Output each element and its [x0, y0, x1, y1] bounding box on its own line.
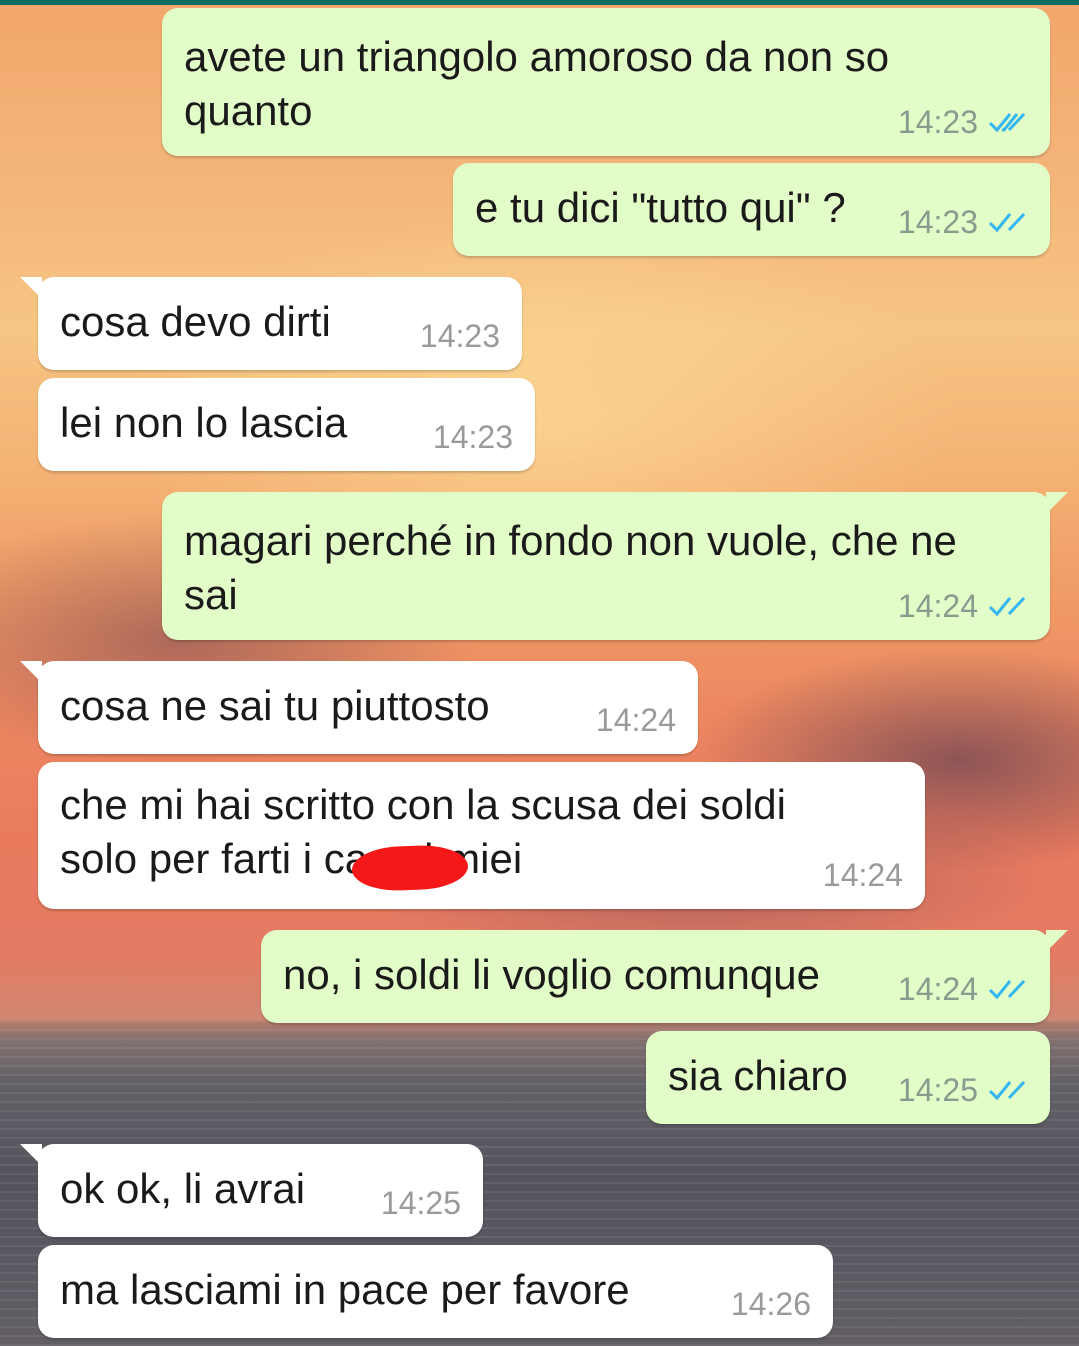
message-bubble-outgoing[interactable]: no, i soldi li voglio comunque 14:24	[261, 930, 1068, 1023]
message-time: 14:23	[897, 104, 978, 140]
message-text: sia chiaro	[668, 1052, 848, 1099]
message-time: 14:23	[897, 204, 978, 240]
app-bar-edge	[0, 0, 1079, 5]
message-text: no, i soldi li voglio comunque	[283, 951, 820, 998]
message-bubble-incoming[interactable]: ok ok, li avrai 14:25	[20, 1144, 483, 1237]
message-time: 14:23	[419, 318, 500, 354]
message-bubble-incoming[interactable]: che mi hai scritto con la scusa dei sold…	[38, 762, 925, 909]
bubble-tail	[1046, 930, 1068, 952]
message-meta: 14:24	[596, 700, 676, 740]
message-meta: 14:24	[898, 586, 1028, 626]
message-meta: 14:24	[898, 969, 1028, 1009]
message-time: 14:26	[730, 1286, 811, 1322]
message-text: lei non lo lascia	[60, 399, 348, 446]
bubble-tail	[20, 277, 42, 299]
double-check-icon	[988, 112, 1026, 133]
message-meta: 14:26	[731, 1284, 811, 1324]
message-time: 14:25	[380, 1185, 461, 1221]
message-text: ma lasciami in pace per favore	[60, 1266, 630, 1313]
message-meta: 14:24	[823, 855, 903, 895]
message-bubble-outgoing[interactable]: e tu dici "tutto qui" ? 14:23	[453, 163, 1050, 256]
message-bubble-incoming[interactable]: ma lasciami in pace per favore 14:26	[38, 1245, 833, 1338]
message-meta: 14:23	[420, 316, 500, 356]
message-time: 14:24	[595, 702, 676, 738]
message-text: cosa devo dirti	[60, 298, 331, 345]
message-meta: 14:23	[898, 102, 1028, 142]
message-bubble-outgoing[interactable]: magari perché in fondo non vuole, che ne…	[162, 492, 1068, 640]
message-meta: 14:23	[898, 202, 1028, 242]
message-text: cosa ne sai tu piuttosto	[60, 682, 490, 729]
bubble-tail	[20, 661, 42, 683]
double-check-icon	[988, 979, 1026, 1000]
message-time: 14:24	[822, 857, 903, 893]
message-bubble-outgoing[interactable]: avete un triangolo amoroso da non so qua…	[162, 8, 1050, 156]
message-meta: 14:25	[381, 1183, 461, 1223]
message-text: avete un triangolo amoroso da non so qua…	[184, 33, 890, 134]
bubble-tail	[1046, 492, 1068, 514]
message-text: ok ok, li avrai	[60, 1165, 306, 1212]
message-text: e tu dici "tutto qui" ?	[475, 184, 846, 231]
message-bubble-incoming[interactable]: cosa devo dirti 14:23	[20, 277, 522, 370]
message-time: 14:24	[897, 588, 978, 624]
message-bubble-outgoing[interactable]: sia chiaro 14:25	[646, 1031, 1050, 1124]
double-check-icon	[988, 1080, 1026, 1101]
message-text: magari perché in fondo non vuole, che ne…	[184, 517, 957, 618]
bubble-tail	[20, 1144, 42, 1166]
message-time: 14:23	[432, 419, 513, 455]
message-bubble-incoming[interactable]: lei non lo lascia 14:23	[38, 378, 535, 471]
message-time: 14:24	[897, 971, 978, 1007]
message-meta: 14:25	[898, 1070, 1028, 1110]
message-bubble-incoming[interactable]: cosa ne sai tu piuttosto 14:24	[20, 661, 698, 754]
double-check-icon	[988, 596, 1026, 617]
double-check-icon	[988, 212, 1026, 233]
message-meta: 14:23	[433, 417, 513, 457]
message-time: 14:25	[897, 1072, 978, 1108]
